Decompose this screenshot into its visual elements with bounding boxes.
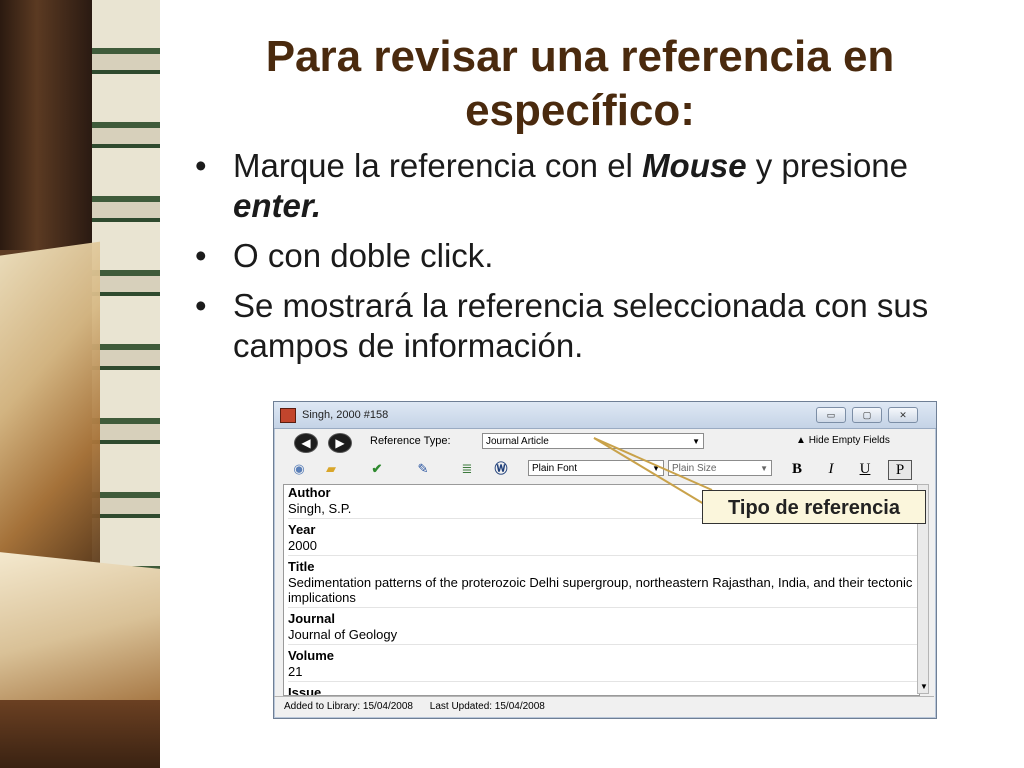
field-issue[interactable]: Issue bbox=[284, 685, 919, 696]
reference-type-callout: Tipo de referencia bbox=[702, 490, 926, 524]
bullet-item: • Se mostrará la referencia seleccionada… bbox=[195, 286, 985, 366]
field-label: Journal bbox=[288, 611, 335, 626]
field-title[interactable]: Title Sedimentation patterns of the prot… bbox=[284, 559, 919, 608]
field-value[interactable]: Sedimentation patterns of the proterozoi… bbox=[288, 575, 919, 608]
reference-type-label: Reference Type: bbox=[370, 435, 451, 447]
underline-button[interactable]: U bbox=[854, 460, 876, 478]
font-value: Plain Font bbox=[532, 463, 578, 474]
emphasis-enter: enter. bbox=[233, 187, 322, 224]
books-background-image bbox=[0, 0, 160, 768]
bullet-text-part: Marque la referencia con el bbox=[233, 147, 643, 184]
field-label: Title bbox=[288, 559, 315, 574]
bullet-marker: • bbox=[195, 287, 207, 324]
window-titlebar: Singh, 2000 #158 ▭ ▢ ✕ bbox=[274, 402, 936, 429]
field-value[interactable]: 2000 bbox=[288, 538, 919, 556]
bullet-item: • O con doble click. bbox=[195, 236, 985, 276]
endnote-app-icon bbox=[280, 408, 296, 423]
slide-title: Para revisar una referencia en específic… bbox=[265, 32, 895, 135]
status-bar: Added to Library: 15/04/2008 Last Update… bbox=[274, 696, 934, 716]
font-select[interactable]: Plain Font ▼ bbox=[528, 460, 664, 476]
open-book-decoration bbox=[0, 241, 100, 589]
field-value[interactable]: 21 bbox=[288, 664, 919, 682]
italic-button[interactable]: I bbox=[820, 460, 842, 478]
reference-window: Singh, 2000 #158 ▭ ▢ ✕ ◀ ▶ Reference Typ… bbox=[273, 401, 937, 719]
minimize-button[interactable]: ▭ bbox=[816, 407, 846, 423]
dropdown-arrow-icon: ▼ bbox=[652, 464, 660, 473]
hide-fields-icon: ▲ bbox=[796, 435, 806, 446]
dropdown-arrow-icon: ▼ bbox=[760, 464, 768, 473]
bullet-list: • Marque la referencia con el Mouse y pr… bbox=[195, 146, 985, 376]
reference-type-toolbar: ◀ ▶ Reference Type: Journal Article ▼ ▲ … bbox=[274, 429, 934, 455]
bullet-text-part: y presione bbox=[746, 147, 909, 184]
table-decoration bbox=[0, 700, 160, 768]
added-date: Added to Library: 15/04/2008 bbox=[284, 701, 413, 712]
bullet-item: • Marque la referencia con el Mouse y pr… bbox=[195, 146, 985, 226]
folder-icon[interactable]: ▰ bbox=[320, 459, 342, 479]
field-journal[interactable]: Journal Journal of Geology bbox=[284, 611, 919, 645]
bullet-text: Se mostrará la referencia seleccionada c… bbox=[233, 287, 929, 364]
bold-button[interactable]: B bbox=[786, 460, 808, 478]
maximize-button[interactable]: ▢ bbox=[852, 407, 882, 423]
reference-type-select[interactable]: Journal Article ▼ bbox=[482, 433, 704, 449]
hide-empty-fields-button[interactable]: ▲ Hide Empty Fields bbox=[796, 435, 890, 446]
size-value: Plain Size bbox=[672, 463, 717, 474]
field-year[interactable]: Year 2000 bbox=[284, 522, 919, 556]
bullet-marker: • bbox=[195, 237, 207, 274]
dropdown-arrow-icon: ▼ bbox=[692, 437, 700, 446]
field-volume[interactable]: Volume 21 bbox=[284, 648, 919, 682]
bullet-text: O con doble click. bbox=[233, 237, 494, 274]
field-label: Volume bbox=[288, 648, 334, 663]
size-select[interactable]: Plain Size ▼ bbox=[668, 460, 772, 476]
list-icon[interactable]: ≣ bbox=[456, 459, 478, 479]
plain-button[interactable]: P bbox=[888, 460, 912, 480]
reference-type-value: Journal Article bbox=[486, 436, 549, 447]
checkmark-icon[interactable]: ✔ bbox=[366, 459, 388, 479]
hide-empty-fields-label: Hide Empty Fields bbox=[808, 435, 890, 446]
field-label: Issue bbox=[288, 685, 322, 696]
window-title: Singh, 2000 #158 bbox=[302, 409, 389, 421]
back-arrow-icon[interactable]: ◀ bbox=[294, 433, 318, 453]
forward-arrow-icon[interactable]: ▶ bbox=[328, 433, 352, 453]
emphasis-mouse: Mouse bbox=[642, 147, 747, 184]
close-button[interactable]: ✕ bbox=[888, 407, 918, 423]
field-value[interactable]: Journal of Geology bbox=[288, 627, 919, 645]
updated-date: Last Updated: 15/04/2008 bbox=[429, 701, 545, 712]
bullet-marker: • bbox=[195, 147, 207, 184]
open-book-decoration-lower bbox=[0, 551, 160, 719]
word-icon[interactable]: Ⓦ bbox=[490, 459, 512, 479]
scroll-down-icon[interactable]: ▼ bbox=[920, 682, 928, 691]
formatting-toolbar: ◉ ▰ ✔ ✎ ≣ Ⓦ Plain Font ▼ Plain Size ▼ B … bbox=[274, 455, 934, 483]
pin-icon[interactable]: ✎ bbox=[412, 459, 434, 479]
bookshelf-decoration bbox=[0, 0, 92, 250]
library-icon[interactable]: ◉ bbox=[288, 459, 310, 479]
